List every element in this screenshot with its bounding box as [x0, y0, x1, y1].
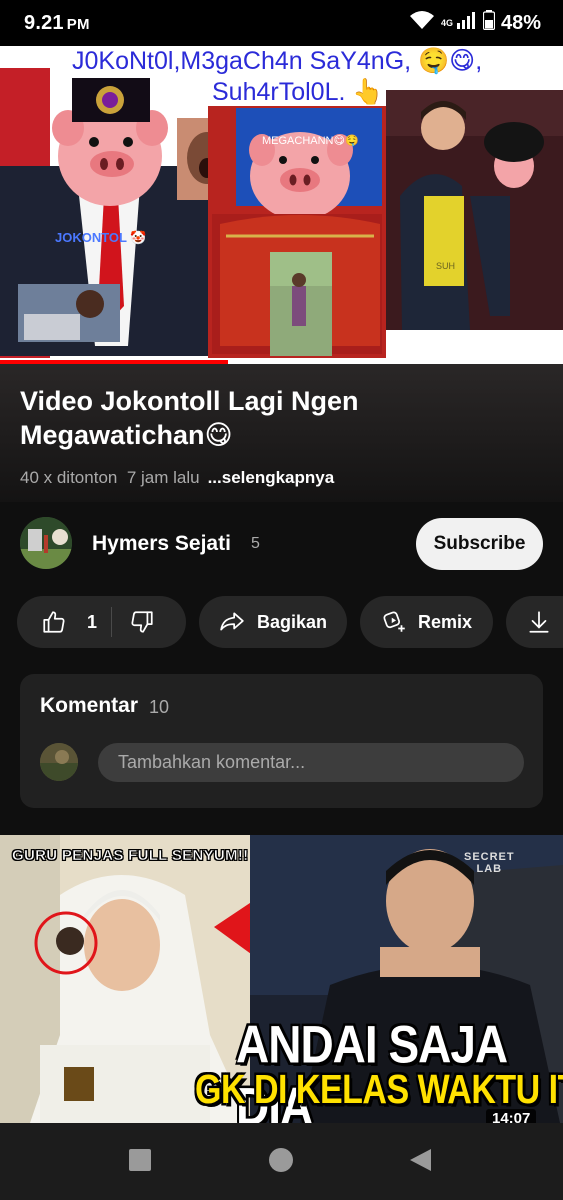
share-icon: [219, 609, 245, 635]
video-title: Video Jokontoll Lagi Ngen Megawatichan😋: [20, 386, 359, 450]
status-time: 9.21 PM: [24, 11, 90, 34]
battery-icon: [482, 10, 496, 36]
view-count: 40 x ditonton: [20, 468, 118, 487]
video-meta: 40 x ditonton 7 jam lalu ...selengkapnya: [20, 468, 334, 488]
signal-icon: [456, 11, 477, 35]
overlay-text-line2: Suh4rTol0L. 👆: [212, 78, 384, 106]
subscribe-button[interactable]: Subscribe: [416, 518, 543, 570]
remix-label: Remix: [418, 611, 473, 632]
share-button[interactable]: Bagikan: [199, 596, 347, 648]
network-type: 4G: [440, 18, 453, 28]
share-label: Bagikan: [257, 611, 328, 632]
like-dislike-pill: 1: [17, 596, 186, 648]
overlay-text-line1: J0KoNt0l,M3gaCh4n SaY4nG, 🤤😋,: [72, 47, 483, 75]
home-button[interactable]: [266, 1147, 296, 1177]
time-ago: 7 jam lalu: [126, 468, 200, 487]
like-button[interactable]: 1: [17, 596, 97, 648]
remix-button[interactable]: Remix: [360, 596, 493, 648]
thumbs-down-icon: [129, 609, 155, 635]
comments-count: 10: [149, 697, 170, 717]
collage-label-suh: SUH: [436, 261, 456, 271]
logo-line1: SECRET: [464, 851, 515, 863]
wifi-icon: [409, 10, 435, 36]
circle-icon: [268, 1147, 294, 1178]
add-comment-input[interactable]: [98, 743, 524, 782]
channel-name[interactable]: Hymers Sejati: [92, 532, 231, 556]
dislike-button[interactable]: [112, 596, 172, 648]
video-info[interactable]: Video Jokontoll Lagi Ngen Megawatichan😋 …: [0, 364, 563, 502]
system-nav-bar: [0, 1123, 563, 1200]
actions-row: 1 Bagikan Remix: [0, 596, 563, 648]
next-video-thumbnail[interactable]: GURU PENJAS FULL SENYUM!! SECRET LAB ANDA…: [0, 835, 563, 1123]
channel-row: Hymers Sejati 5 Subscribe: [0, 502, 563, 586]
status-bar: 9.21 PM 4G 48%: [0, 0, 563, 46]
duration-badge: 14:07: [486, 1109, 537, 1123]
thumbnail-caption: GURU PENJAS FULL SENYUM!!: [12, 847, 249, 865]
show-more-link[interactable]: ...selengkapnya: [208, 468, 335, 487]
status-ampm: PM: [66, 15, 90, 33]
subscriber-count: 5: [251, 535, 260, 552]
collage-label-megachann: MEGACHANN😋🤤: [262, 135, 359, 147]
remix-icon: [382, 609, 408, 635]
collage-label-jokontol: JOKONTOL 🤡: [55, 230, 147, 245]
comments-section[interactable]: Komentar 10: [20, 674, 543, 808]
download-button[interactable]: [506, 596, 563, 648]
download-icon: [526, 609, 552, 635]
status-icons: 4G 48%: [409, 10, 541, 36]
logo-line2: LAB: [476, 863, 503, 875]
square-icon: [128, 1148, 152, 1177]
user-avatar: [40, 743, 78, 781]
back-button[interactable]: [405, 1147, 435, 1177]
like-count: 1: [87, 611, 98, 632]
recents-button[interactable]: [125, 1147, 155, 1177]
video-player[interactable]: J0KoNt0l,M3gaCh4n SaY4nG, 🤤😋, Suh4rTol0L…: [0, 46, 563, 364]
channel-avatar[interactable]: [20, 517, 72, 569]
comments-title: Komentar: [40, 694, 139, 717]
back-triangle-icon: [407, 1147, 433, 1178]
thumbnail-headline-2: GK DI KELAS WAKTU ITU!: [195, 1067, 563, 1113]
battery-percent: 48%: [500, 11, 541, 34]
secretlab-logo: SECRET LAB: [464, 851, 515, 875]
thumbs-up-icon: [41, 609, 67, 635]
